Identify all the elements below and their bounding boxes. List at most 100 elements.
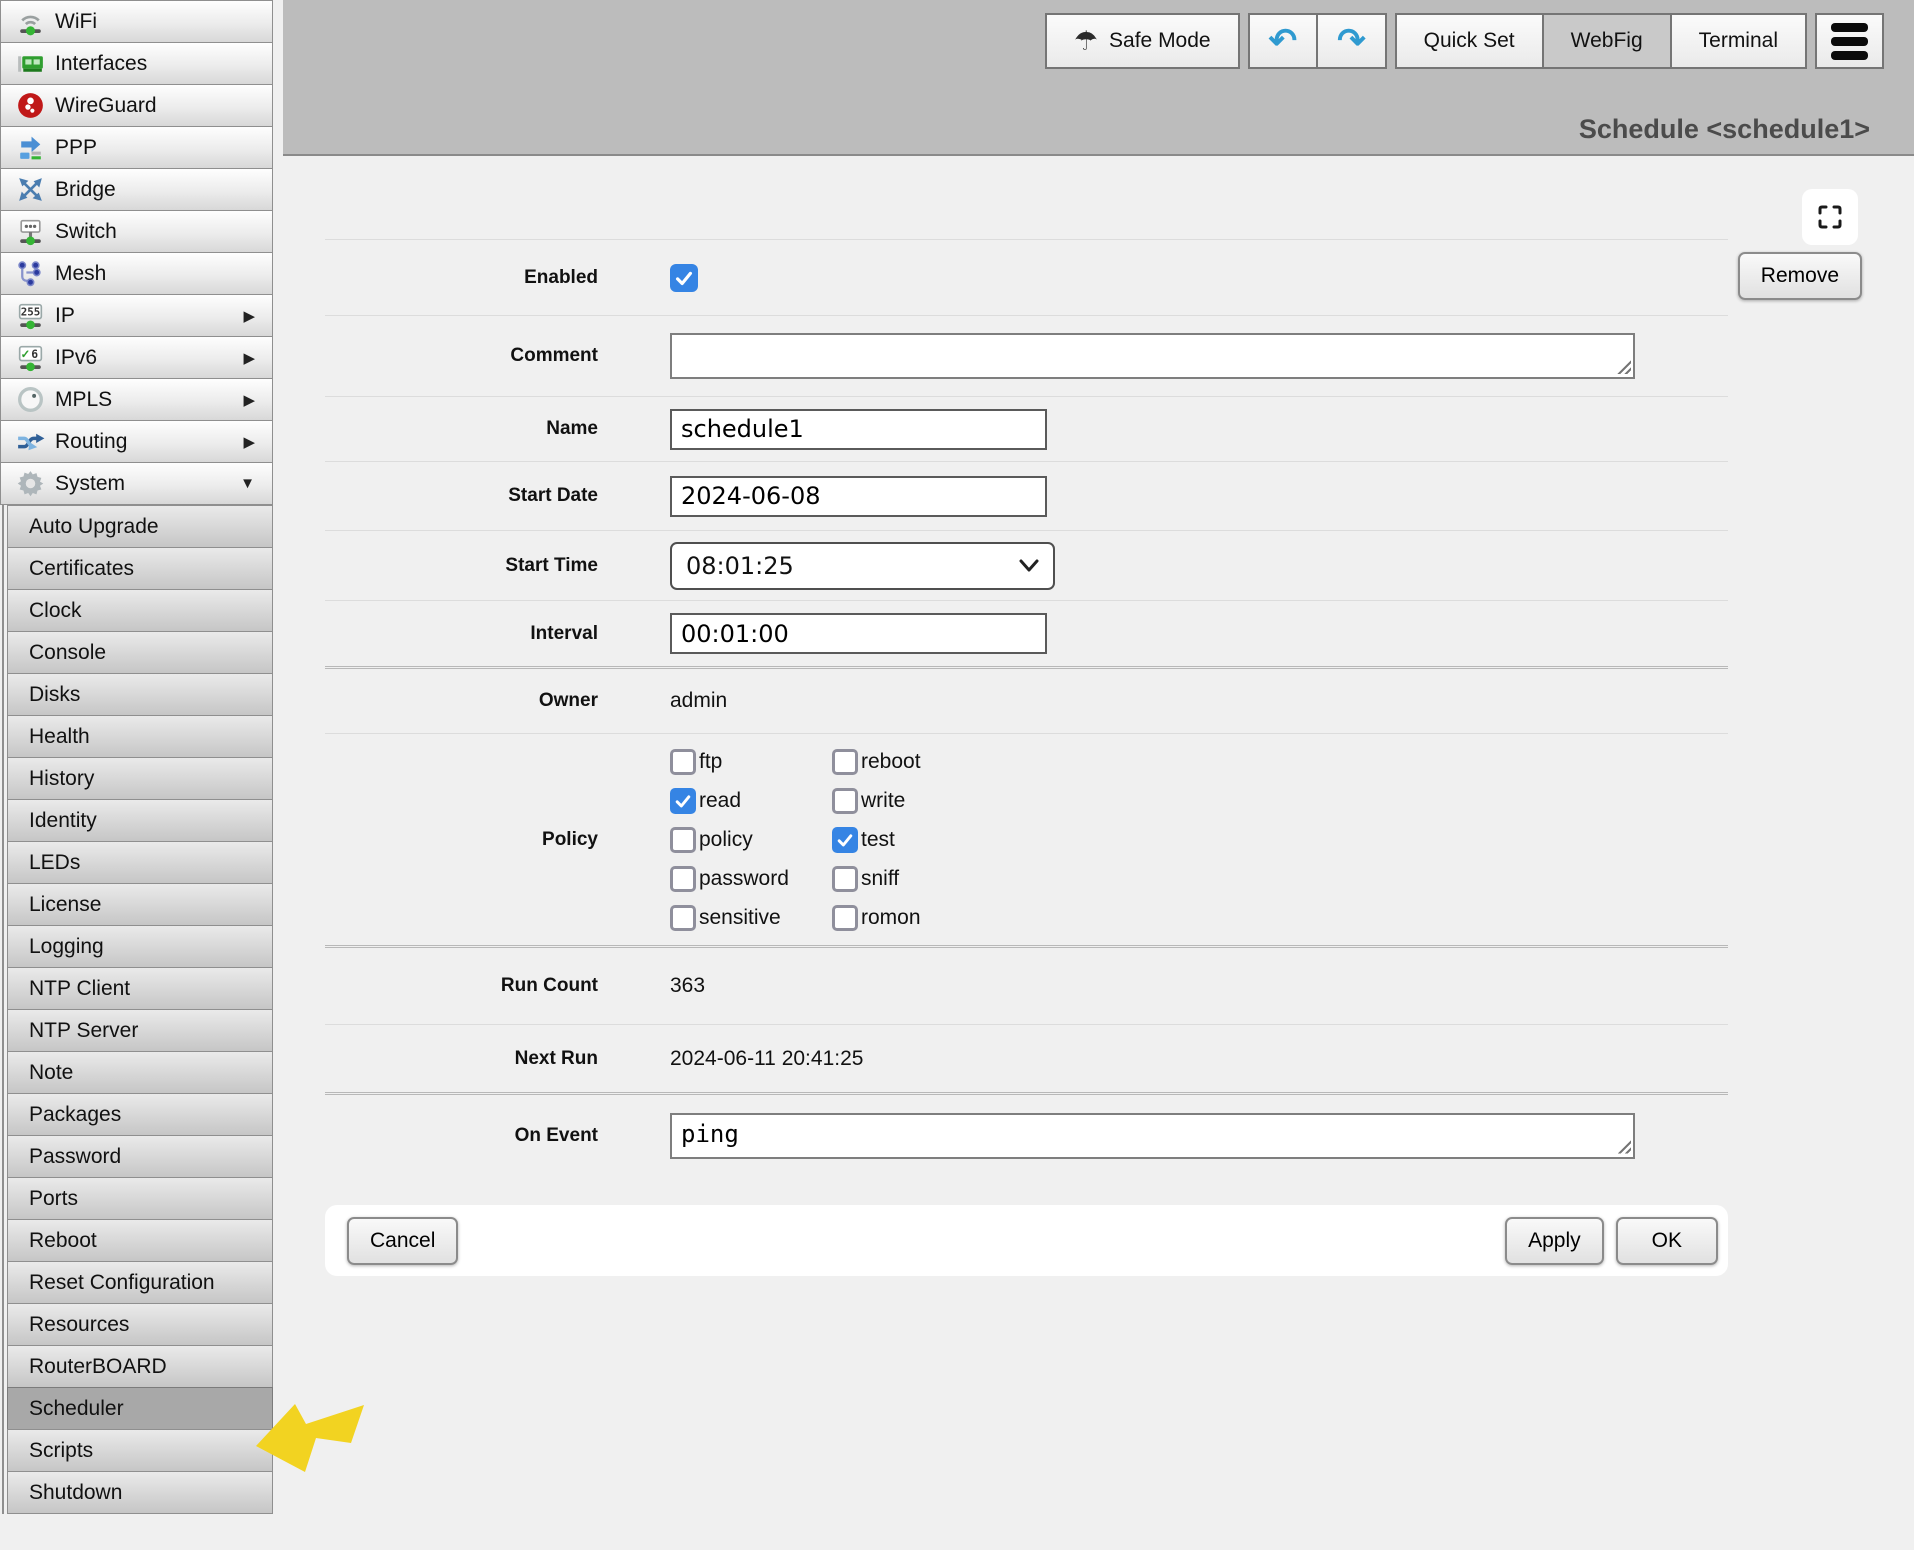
chevron-down-icon [1019, 559, 1039, 572]
sidebar-item-label: Switch [55, 220, 117, 244]
sidebar-item-console[interactable]: Console [7, 631, 273, 674]
sidebar-item-scheduler[interactable]: Scheduler [7, 1387, 273, 1430]
redo-button[interactable]: ↷ [1316, 13, 1387, 69]
content-area: Remove Enabled Comment N [283, 158, 1914, 1550]
policy-option-sensitive: sensitive [670, 905, 832, 931]
fullscreen-icon [1817, 204, 1843, 230]
policy-checkbox-test[interactable] [832, 827, 858, 853]
sidebar-item-note[interactable]: Note [7, 1051, 273, 1094]
svg-text:✓: ✓ [21, 349, 31, 361]
mesh-icon [14, 257, 47, 290]
system-icon [14, 467, 47, 500]
sidebar-item-auto-upgrade[interactable]: Auto Upgrade [7, 505, 273, 548]
sidebar-item-interfaces[interactable]: Interfaces [0, 42, 273, 85]
cancel-button[interactable]: Cancel [347, 1217, 458, 1265]
header-bar: ☂ Safe Mode ↶ ↷ Quick Set WebFig Termina… [283, 0, 1914, 156]
name-label: Name [325, 418, 598, 440]
enabled-checkbox[interactable] [670, 264, 698, 292]
hamburger-menu-button[interactable] [1815, 13, 1884, 69]
sidebar-item-mpls[interactable]: MPLS▶ [0, 378, 273, 421]
sidebar-item-clock[interactable]: Clock [7, 589, 273, 632]
sidebar-item-logging[interactable]: Logging [7, 925, 273, 968]
sidebar-item-label: NTP Client [29, 977, 130, 1001]
policy-checkbox-sniff[interactable] [832, 866, 858, 892]
sidebar-item-label: Clock [29, 599, 82, 623]
sidebar-item-ntp-client[interactable]: NTP Client [7, 967, 273, 1010]
policy-option-label: reboot [861, 750, 921, 774]
fullscreen-button[interactable] [1802, 189, 1858, 245]
sidebar-item-resources[interactable]: Resources [7, 1303, 273, 1346]
sidebar-item-mesh[interactable]: Mesh [0, 252, 273, 295]
tab-webfig[interactable]: WebFig [1542, 13, 1672, 69]
start-time-value: 08:01:25 [686, 552, 794, 580]
sidebar-item-ppp[interactable]: PPP [0, 126, 273, 169]
policy-checkbox-ftp[interactable] [670, 749, 696, 775]
policy-checkbox-romon[interactable] [832, 905, 858, 931]
policy-checkbox-password[interactable] [670, 866, 696, 892]
sidebar-item-bridge[interactable]: Bridge [0, 168, 273, 211]
policy-option-label: test [861, 828, 895, 852]
sidebar-item-label: NTP Server [29, 1019, 138, 1043]
sidebar-item-packages[interactable]: Packages [7, 1093, 273, 1136]
sidebar-item-license[interactable]: License [7, 883, 273, 926]
comment-textarea[interactable] [670, 333, 1635, 379]
submenu-arrow-icon: ▶ [243, 307, 255, 325]
policy-checkbox-policy[interactable] [670, 827, 696, 853]
policy-checkbox-sensitive[interactable] [670, 905, 696, 931]
sidebar-item-health[interactable]: Health [7, 715, 273, 758]
policy-checkbox-reboot[interactable] [832, 749, 858, 775]
sidebar-item-scripts[interactable]: Scripts [7, 1429, 273, 1472]
undo-button[interactable]: ↶ [1248, 13, 1319, 69]
ok-button[interactable]: OK [1616, 1217, 1718, 1265]
enabled-label: Enabled [325, 267, 598, 289]
sidebar-item-switch[interactable]: Switch [0, 210, 273, 253]
remove-button[interactable]: Remove [1738, 252, 1862, 300]
undo-icon: ↶ [1269, 21, 1298, 61]
on-event-label: On Event [325, 1125, 598, 1147]
sidebar-item-system[interactable]: System ▼ [0, 462, 273, 505]
policy-checkbox-write[interactable] [832, 788, 858, 814]
sidebar-item-certificates[interactable]: Certificates [7, 547, 273, 590]
safe-mode-button[interactable]: ☂ Safe Mode [1045, 13, 1240, 69]
sidebar-item-disks[interactable]: Disks [7, 673, 273, 716]
schedule-form: Enabled Comment Name [325, 158, 1728, 1176]
sidebar-item-label: System [55, 472, 125, 496]
policy-row: Policy ftprebootreadwritepolicytestpassw… [325, 733, 1728, 945]
start-date-input[interactable] [670, 476, 1047, 517]
policy-option-label: policy [699, 828, 753, 852]
sidebar-item-routing[interactable]: Routing▶ [0, 420, 273, 463]
start-time-select[interactable]: 08:01:25 [670, 542, 1055, 590]
on-event-row: On Event ping [325, 1092, 1728, 1176]
sidebar-item-label: Ports [29, 1187, 78, 1211]
on-event-textarea[interactable]: ping [670, 1113, 1635, 1159]
sidebar-item-ntp-server[interactable]: NTP Server [7, 1009, 273, 1052]
run-count-label: Run Count [325, 975, 598, 997]
name-input[interactable] [670, 409, 1047, 450]
umbrella-icon: ☂ [1074, 26, 1098, 57]
interval-input[interactable] [670, 613, 1047, 654]
submenu-expanded-icon: ▼ [240, 475, 255, 492]
sidebar-item-leds[interactable]: LEDs [7, 841, 273, 884]
sidebar-item-history[interactable]: History [7, 757, 273, 800]
wireguard-icon [14, 89, 47, 122]
policy-checkbox-read[interactable] [670, 788, 696, 814]
start-date-row: Start Date [325, 461, 1728, 530]
sidebar-item-wifi[interactable]: WiFi [0, 0, 273, 43]
tab-terminal[interactable]: Terminal [1670, 13, 1807, 69]
sidebar-item-password[interactable]: Password [7, 1135, 273, 1178]
sidebar-item-label: Scheduler [29, 1397, 124, 1421]
apply-button[interactable]: Apply [1505, 1217, 1604, 1265]
interfaces-icon [14, 47, 47, 80]
sidebar-item-ipv6[interactable]: ✓6IPv6▶ [0, 336, 273, 379]
sidebar-item-ports[interactable]: Ports [7, 1177, 273, 1220]
sidebar-item-identity[interactable]: Identity [7, 799, 273, 842]
sidebar-item-label: Resources [29, 1313, 129, 1337]
sidebar-item-reboot[interactable]: Reboot [7, 1219, 273, 1262]
sidebar-item-shutdown[interactable]: Shutdown [7, 1471, 273, 1514]
sidebar-item-label: Logging [29, 935, 104, 959]
sidebar-item-reset-configuration[interactable]: Reset Configuration [7, 1261, 273, 1304]
sidebar-item-routerboard[interactable]: RouterBOARD [7, 1345, 273, 1388]
tab-quick-set[interactable]: Quick Set [1395, 13, 1544, 69]
sidebar-item-ip[interactable]: 255IP▶ [0, 294, 273, 337]
sidebar-item-wireguard[interactable]: WireGuard [0, 84, 273, 127]
